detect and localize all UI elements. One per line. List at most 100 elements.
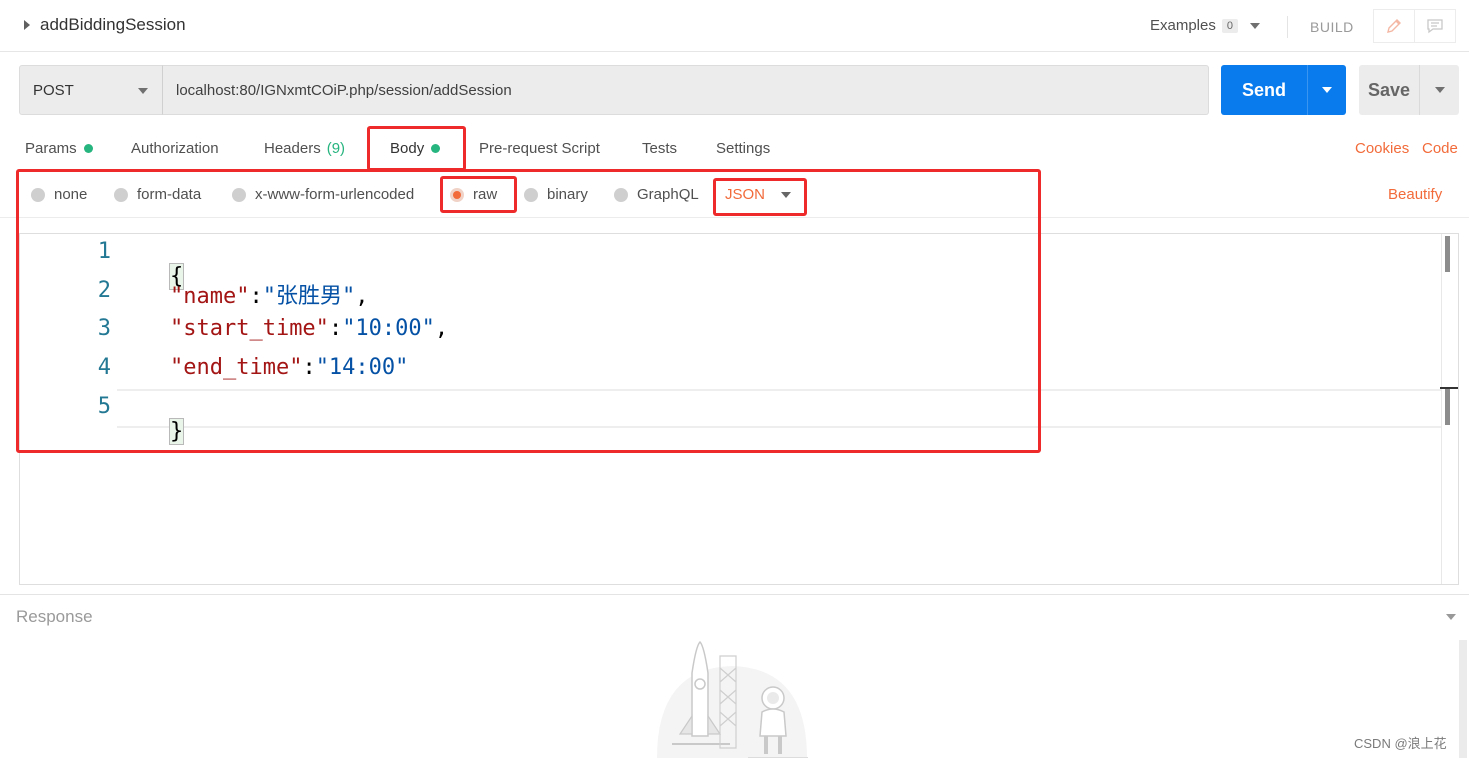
tab-settings[interactable]: Settings [716, 140, 770, 157]
tab-label: Body [390, 140, 425, 157]
examples-dropdown[interactable]: Examples 0 [1150, 17, 1260, 34]
code-line: "name":"张胜男", [169, 284, 369, 309]
radio-label: GraphQL [637, 186, 699, 203]
pencil-icon [1387, 19, 1401, 33]
status-dot-icon [431, 144, 441, 153]
comment-icon [1426, 19, 1443, 34]
line-number: 5 [97, 394, 111, 419]
body-mode-bar: none form-data x-www-form-urlencoded raw… [0, 172, 1469, 218]
tab-headers[interactable]: Headers (9) [264, 140, 345, 157]
save-options-button[interactable] [1420, 87, 1459, 93]
send-options-button[interactable] [1308, 87, 1346, 93]
format-value: JSON [725, 186, 766, 203]
url-value: localhost:80/IGNxmtCOiP.php/session/addS… [176, 81, 512, 99]
json-key: "start_time" [169, 316, 329, 341]
code-line: } [117, 394, 185, 469]
tab-label: Settings [716, 140, 771, 157]
code-line: "start_time":"10:00", [169, 316, 449, 341]
radio-x-www-form-urlencoded[interactable]: x-www-form-urlencoded [232, 186, 414, 203]
tab-label: Tests [642, 140, 678, 157]
tab-label: Params [25, 140, 77, 157]
chevron-down-icon [138, 88, 148, 94]
radio-circle-icon [232, 187, 246, 202]
tab-pre-request-script[interactable]: Pre-request Script [479, 140, 600, 157]
chevron-down-icon [1322, 87, 1332, 93]
request-tabs: Params Authorization Headers (9) Body Pr… [0, 126, 1469, 170]
watermark: CSDN @浪上花 [1354, 736, 1447, 751]
radio-circle-icon [31, 187, 45, 202]
build-mode-label[interactable]: BUILD [1310, 19, 1354, 35]
line-number: 2 [97, 278, 111, 303]
radio-raw[interactable]: raw [450, 186, 497, 203]
line-number: 4 [97, 355, 111, 380]
scrollbar-thumb[interactable] [1445, 389, 1450, 425]
headers-count: (9) [326, 140, 346, 157]
request-header: addBiddingSession Examples 0 BUILD [0, 0, 1469, 52]
json-key: "end_time" [169, 355, 303, 380]
line-number: 3 [97, 316, 111, 341]
current-line-highlight [117, 389, 1441, 428]
examples-count-badge: 0 [1221, 18, 1238, 33]
caret-right-icon[interactable] [24, 20, 30, 30]
radio-graphql[interactable]: GraphQL [614, 186, 699, 203]
json-comma: , [434, 316, 449, 341]
scrollbar-thumb[interactable] [1445, 236, 1450, 272]
json-value: "10:00" [342, 316, 435, 341]
radio-circle-icon [114, 187, 128, 202]
tab-label: Pre-request Script [479, 140, 600, 157]
json-value: "张胜男" [262, 284, 356, 309]
examples-label: Examples [1150, 17, 1216, 34]
code-editor[interactable]: 1 2 3 4 5 { "name":"张胜男", "start_time":"… [19, 233, 1459, 585]
json-comma: , [355, 284, 369, 309]
radio-circle-icon [524, 187, 538, 202]
tab-authorization[interactable]: Authorization [131, 140, 219, 157]
code-link[interactable]: Code [1422, 140, 1458, 157]
response-scrollbar[interactable] [1459, 640, 1467, 758]
radio-none[interactable]: none [31, 186, 87, 203]
tab-params[interactable]: Params [25, 140, 93, 157]
request-title[interactable]: addBiddingSession [24, 15, 186, 35]
code-line: "end_time":"14:00" [169, 355, 409, 380]
chevron-down-icon [781, 191, 792, 198]
tab-body[interactable]: Body [390, 140, 441, 157]
json-key: "name" [169, 284, 250, 309]
rocket-astronaut-illustration [657, 640, 808, 758]
chevron-down-icon[interactable] [1446, 614, 1456, 620]
radio-circle-icon [614, 187, 628, 202]
json-value: "14:00" [315, 355, 409, 380]
radio-label: binary [547, 186, 588, 203]
beautify-link[interactable]: Beautify [1388, 186, 1442, 203]
url-input[interactable]: localhost:80/IGNxmtCOiP.php/session/addS… [162, 65, 1209, 115]
close-brace: } [168, 418, 185, 445]
radio-label: x-www-form-urlencoded [255, 186, 415, 203]
tab-label: Authorization [131, 140, 219, 157]
cookies-link[interactable]: Cookies [1355, 140, 1409, 157]
line-number: 1 [97, 239, 111, 264]
save-button[interactable]: Save [1359, 80, 1419, 101]
chevron-down-icon [1434, 87, 1445, 93]
send-button-group: Send [1221, 65, 1346, 115]
send-button[interactable]: Send [1221, 80, 1307, 101]
chevron-down-icon [1249, 22, 1260, 29]
request-name: addBiddingSession [40, 15, 186, 34]
radio-form-data[interactable]: form-data [114, 186, 201, 203]
format-select[interactable]: JSON [725, 186, 792, 203]
response-label: Response [16, 607, 93, 626]
save-button-group: Save [1359, 65, 1459, 115]
url-bar: POST localhost:80/IGNxmtCOiP.php/session… [19, 65, 1459, 115]
line-number-gutter: 1 2 3 4 5 [20, 234, 115, 429]
method-select[interactable]: POST [19, 65, 163, 115]
tab-tests[interactable]: Tests [642, 140, 677, 157]
divider [1287, 16, 1288, 38]
radio-binary[interactable]: binary [524, 186, 588, 203]
edit-button[interactable] [1373, 9, 1415, 43]
status-dot-icon [83, 144, 93, 153]
active-tab-indicator [373, 168, 461, 170]
tab-label: Headers [264, 140, 321, 157]
radio-label: form-data [137, 186, 202, 203]
radio-label: raw [473, 186, 498, 203]
response-panel-header[interactable]: Response [0, 594, 1469, 638]
comments-button[interactable] [1414, 9, 1456, 43]
radio-selected-icon [450, 187, 464, 202]
method-value: POST [33, 81, 74, 99]
